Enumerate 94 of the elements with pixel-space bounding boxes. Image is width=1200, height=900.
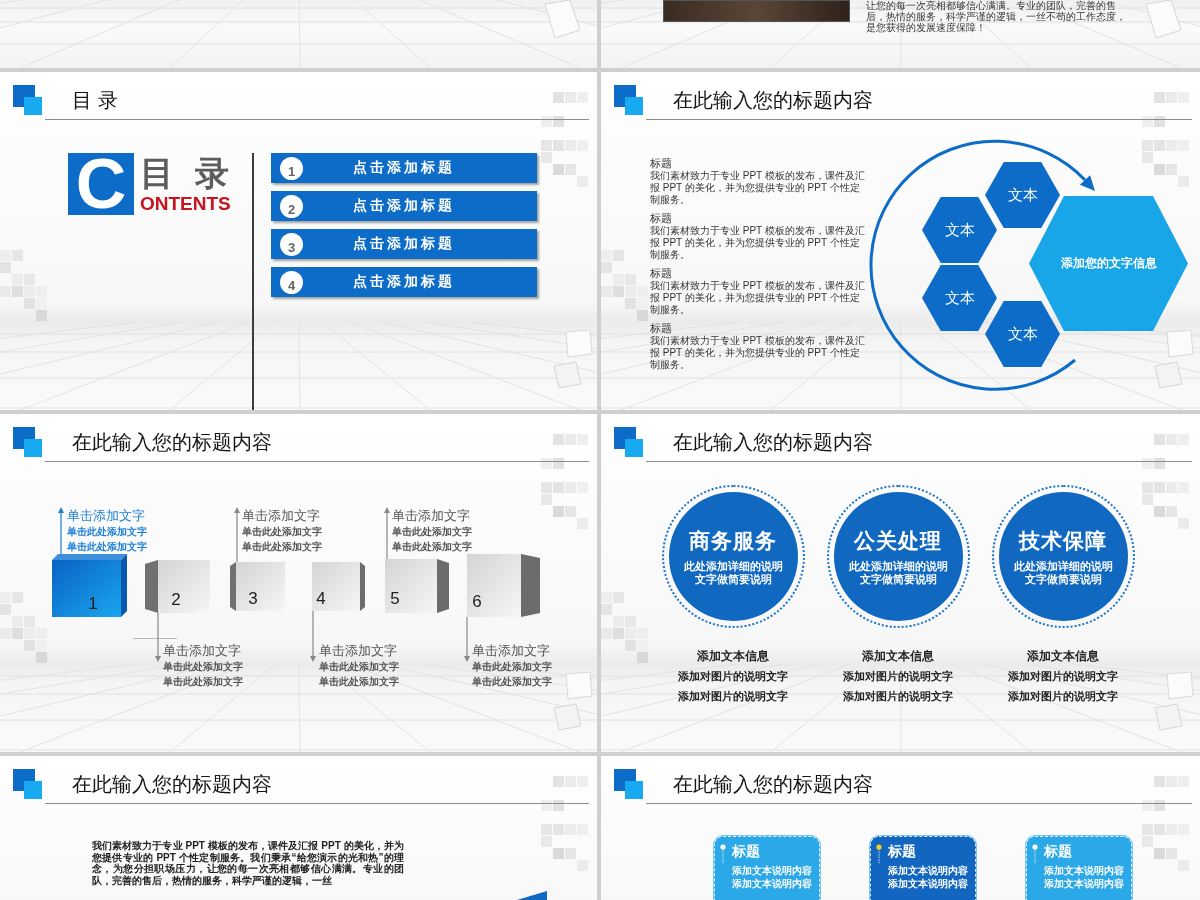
contents-heading: 目 录 [140,153,236,193]
step-number: 3 [247,589,259,609]
entry-label: 点击添加标题 [352,273,456,291]
slide-title: 在此输入您的标题内容 [673,88,873,112]
service-description: 此处添加详细的说明 [848,559,948,572]
entry-label: 点击添加标题 [352,235,456,253]
step-text: 单击此处添加文字 [472,660,552,674]
mosaic-drawing [601,250,648,321]
step-heading: 单击添加文字 [319,643,397,659]
step-number: 4 [315,589,327,609]
up-arrow [58,507,64,554]
step-text: 单击此处添加文字 [242,525,322,539]
service-name: 公关处理 [854,527,942,554]
slide-title: 在此输入您的标题内容 [673,772,873,796]
up-arrow [384,507,390,559]
service-caption: 添加文本信息 [862,648,934,664]
slide-title: 在此输入您的标题内容 [72,430,272,454]
mosaic-drawing [601,592,648,663]
squares-logo-icon [614,769,644,799]
service-description: 此处添加详细的说明 [683,559,783,572]
step-text: 单击此处添加文字 [242,540,322,554]
block-text: 我们素材致力于专业 PPT 模板的发布，课件及汇报 PPT 的美化，并为您提供专业的 PPT 个性定制服务。 [650,280,865,316]
block-heading: 标题 [650,156,672,170]
block-heading: 标题 [650,211,672,225]
letter-tile: C [68,153,134,215]
slide-title: 在此输入您的标题内容 [72,772,272,796]
body-paragraph: 我们素材致力于专业 PPT 模板的发布，课件及汇报 PPT 的美化，并为您提供专业的 PPT 个性定制服务。我们秉承“给您演示的光和热”的理念，为您分担职场压力，让您的每一次亮相都够信心满满。专业的团队，完善的售后，热情的服务，科学严谨的逻辑，一丝 [92,840,404,886]
squares-logo-icon [614,85,644,115]
down-arrow [310,611,316,662]
step-heading: 单击添加文字 [163,643,241,659]
card-text: 添加文本说明内容 [1044,864,1125,877]
card-text: 添加文本说明内容 [732,864,813,877]
down-arrow [155,613,161,662]
block-text: 我们素材致力于专业 PPT 模板的发布，课件及汇报 PPT 的美化，并为您提供专业的 PPT 个性定制服务。 [650,225,865,261]
service-note: 添加对图片的说明文字 [1008,689,1118,704]
step-text: 单击此处添加文字 [392,525,472,539]
number-circle: 3 [280,232,303,256]
down-arrow [464,617,470,662]
up-arrow [234,507,240,562]
service-caption: 添加文本信息 [697,648,769,664]
entry-label: 点击添加标题 [352,159,456,177]
card-text: 添加文本说明内容 [888,877,969,890]
service-name: 商务服务 [689,527,777,554]
squares-logo-icon [13,427,43,457]
card-text: 添加文本说明内容 [1044,877,1125,890]
number-circle: 4 [280,270,303,294]
step-text: 单击此处添加文字 [319,660,399,674]
card-heading: 标题 [1044,842,1072,860]
service-note: 添加对图片的说明文字 [678,689,788,704]
step-text: 单击此处添加文字 [392,540,472,554]
service-description: 文字做简要说明 [694,572,772,586]
step-heading: 单击添加文字 [472,643,550,659]
block-text: 我们素材致力于专业 PPT 模板的发布，课件及汇报 PPT 的美化，并为您提供专业的 PPT 个性定制服务。 [650,335,865,371]
step-text: 单击此处添加文字 [67,525,147,539]
service-description: 文字做简要说明 [1024,572,1102,586]
number-circle: 1 [280,156,303,180]
card-text: 添加文本说明内容 [732,877,813,890]
step-number: 2 [170,590,182,610]
block-heading: 标题 [650,266,672,280]
mosaic-drawing [0,250,47,321]
card-heading: 标题 [888,842,916,860]
service-note: 添加对图片的说明文字 [843,669,953,684]
card-heading: 标题 [732,842,760,860]
step-heading: 单击添加文字 [242,508,320,524]
service-description: 此处添加详细的说明 [1013,559,1113,572]
block-text: 我们素材致力于专业 PPT 模板的发布，课件及汇报 PPT 的美化，并为您提供专业的 PPT 个性定制服务。 [650,170,865,206]
block-heading: 标题 [650,321,672,335]
step-heading: 单击添加文字 [392,508,470,524]
step-text: 单击此处添加文字 [67,540,147,554]
card-text: 添加文本说明内容 [888,864,969,877]
contents-subtitle: ONTENTS [140,193,231,215]
step-number: 6 [471,592,483,612]
service-note: 添加对图片的说明文字 [678,669,788,684]
mosaic-drawing [0,592,47,663]
slide-title: 在此输入您的标题内容 [673,430,873,454]
step-text: 单击此处添加文字 [163,660,243,674]
service-note: 添加对图片的说明文字 [843,689,953,704]
service-caption: 添加文本信息 [1027,648,1099,664]
step-text: 单击此处添加文字 [319,675,399,689]
step-text: 单击此处添加文字 [163,675,243,689]
number-circle: 2 [280,194,303,218]
step-number: 5 [389,589,401,609]
entry-label: 点击添加标题 [352,197,456,215]
squares-logo-icon [614,427,644,457]
service-name: 技术保障 [1019,527,1107,554]
squares-logo-icon [13,85,43,115]
step-heading: 单击添加文字 [67,508,145,524]
slide-title: 目 录 [72,88,118,112]
squares-logo-icon [13,769,43,799]
step-text: 单击此处添加文字 [472,675,552,689]
service-description: 文字做简要说明 [859,572,937,586]
step-number: 1 [87,594,99,614]
service-note: 添加对图片的说明文字 [1008,669,1118,684]
body-text: 让您的每一次亮相都够信心满满。专业的团队，完善的售后，热情的服务，科学严谨的逻辑，一丝不苟的工作态度，是您获得的发展速度保障！ [866,0,1127,33]
